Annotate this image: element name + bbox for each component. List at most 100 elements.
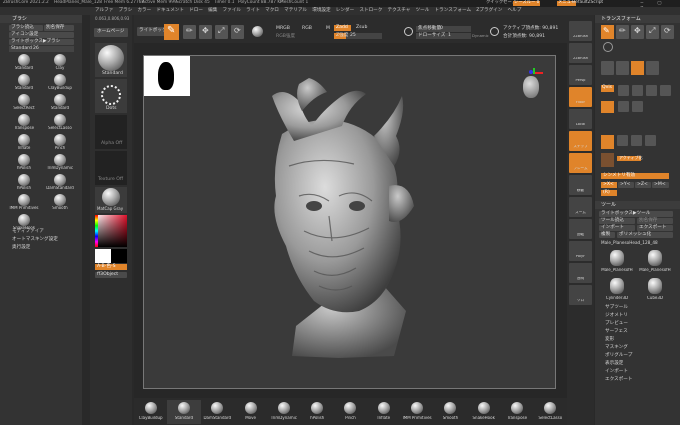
tool-section-9[interactable]: エクスポート	[605, 377, 632, 383]
shelf-brush-5[interactable]: hPolish	[301, 400, 334, 424]
tool-section-5[interactable]: マスキング	[605, 345, 628, 351]
right-tool-4[interactable]: Local	[569, 109, 592, 129]
mrgb-toggle[interactable]: MRGB	[276, 26, 290, 32]
right-tool-5[interactable]: スナップ	[569, 131, 592, 151]
brush-7[interactable]: SelectLasso	[43, 113, 77, 132]
shelf-brush-12[interactable]: SelectLasso	[534, 400, 567, 424]
rotate-transform-button[interactable]: ⟳	[661, 25, 674, 39]
brush-9[interactable]: Pinch	[43, 133, 77, 152]
right-tool-7[interactable]: 移動	[569, 175, 592, 195]
symmetry-z[interactable]: >Z<	[635, 182, 651, 188]
home-page-button[interactable]: ホームページ	[94, 28, 128, 37]
move-transform-button[interactable]: ✥	[631, 25, 644, 39]
radial-toggle[interactable]: (R)	[601, 190, 617, 196]
see-through[interactable]: シースルー 0	[513, 0, 541, 6]
brush-13[interactable]: DamStandard	[43, 173, 77, 192]
material-thumb[interactable]: MatCap Gray	[95, 187, 127, 213]
brush-10[interactable]: hPolish	[7, 153, 41, 172]
menu-item-2[interactable]: カラー	[137, 8, 151, 14]
shelf-brush-2[interactable]: DamStandard	[201, 400, 234, 424]
brush-3[interactable]: ClayBuildup	[43, 73, 77, 92]
brush-mode-button[interactable]	[601, 135, 614, 149]
symmetry-m[interactable]: >M<	[652, 182, 669, 188]
edit-button[interactable]: ✎	[164, 24, 179, 40]
tool-thumb-2[interactable]: Cylinder3D	[599, 277, 635, 304]
brush-2[interactable]: Standard	[7, 73, 41, 92]
clone-tool-button[interactable]: 複製	[599, 232, 615, 238]
focal-shift-slider[interactable]: 焦点移動量 0	[416, 26, 471, 32]
move-mode-button[interactable]	[601, 101, 614, 113]
menu-item-8[interactable]: マクロ	[265, 8, 279, 14]
tool-section-2[interactable]: プレビュー	[605, 321, 628, 327]
local-button[interactable]	[616, 61, 629, 75]
secondary-color-swatch[interactable]	[111, 249, 127, 263]
focal-shift-icon[interactable]	[404, 27, 413, 36]
shelf-brush-4[interactable]: TrimDynamic	[267, 400, 300, 424]
primary-color-swatch[interactable]	[95, 249, 111, 263]
brush-size-slider[interactable]: Standard 26	[9, 46, 74, 52]
brush-8[interactable]: Inflate	[7, 133, 41, 152]
menu-item-17[interactable]: ヘルプ	[508, 8, 522, 14]
ghost-button[interactable]	[646, 85, 657, 96]
right-tool-0[interactable]: 2Zbrush	[569, 21, 592, 41]
frame-button[interactable]	[601, 61, 614, 75]
brush-12[interactable]: hPolish	[7, 173, 41, 192]
right-tool-2[interactable]: Persp	[569, 65, 592, 85]
menu-item-4[interactable]: ドロー	[189, 8, 203, 14]
lightbox-brush-button[interactable]: ライトボックス▶ブラシ	[9, 39, 74, 45]
dynamic-size-icon[interactable]	[490, 27, 499, 36]
right-tool-6[interactable]: フレーム	[569, 153, 592, 173]
solo-button[interactable]	[660, 85, 671, 96]
symmetry-x[interactable]: >X<	[601, 182, 617, 188]
tool-section-1[interactable]: ジオメトリ	[605, 313, 628, 319]
alpha-thumb[interactable]: Alpha Off	[95, 115, 127, 149]
tool-section-0[interactable]: サブツール	[605, 305, 628, 311]
scale-transform-button[interactable]: ⤢	[646, 25, 659, 39]
edit-transform-button[interactable]: ✎	[601, 25, 614, 39]
orientation-gizmo[interactable]	[519, 68, 547, 102]
tool-section-6[interactable]: ポリグループ	[605, 353, 632, 359]
canvas[interactable]	[143, 55, 556, 389]
polyframe-button[interactable]	[618, 85, 629, 96]
tool-section-3[interactable]: サーフェス	[605, 329, 628, 335]
material-toggle-icon[interactable]	[252, 26, 263, 37]
spotlight-button[interactable]	[632, 101, 643, 112]
shelf-brush-6[interactable]: Pinch	[334, 400, 367, 424]
shelf-brush-0[interactable]: ClayBuildup	[134, 400, 167, 424]
rotate-button[interactable]: ⟳	[231, 25, 244, 39]
right-tool-9[interactable]: 回転	[569, 219, 592, 239]
shelf-brush-10[interactable]: SnakeHook	[467, 400, 500, 424]
brush-6[interactable]: Transpose	[7, 113, 41, 132]
menu-item-13[interactable]: テクスチャ	[388, 8, 411, 14]
brush-14[interactable]: IMM Primitives	[7, 193, 41, 212]
color-picker[interactable]	[95, 215, 127, 247]
backdrop-button[interactable]: ff3Object	[95, 272, 127, 278]
gizmo-circle-icon[interactable]	[603, 42, 613, 52]
zsub-toggle[interactable]: Zsub	[356, 25, 367, 31]
default-zscript[interactable]: DefaultZScript	[572, 0, 603, 5]
menu-item-16[interactable]: Zプラグイン	[476, 8, 502, 14]
right-tool-1[interactable]: 2Zbrush	[569, 43, 592, 63]
menu-item-5[interactable]: 編集	[208, 8, 217, 14]
xpose-button[interactable]	[618, 101, 629, 112]
menu-item-3[interactable]: ドキュメント	[156, 8, 184, 14]
draw-size-slider[interactable]: ドローサイズ 1	[416, 33, 471, 39]
right-tool-8[interactable]: ズーム	[569, 197, 592, 217]
menu-item-6[interactable]: ファイル	[223, 8, 241, 14]
color-switch-button[interactable]: A-B-色-S	[95, 264, 127, 270]
current-tool-name[interactable]: Male_PlanesoHead_128_48	[599, 240, 677, 246]
floor-button[interactable]	[646, 61, 659, 75]
quicksave-button[interactable]: クイックセーブ	[486, 0, 516, 5]
right-tool-10[interactable]: PolyF	[569, 241, 592, 261]
load-brush-button[interactable]: ブラシ読込	[9, 25, 43, 31]
tool-section-8[interactable]: インポート	[605, 369, 628, 375]
shelf-brush-8[interactable]: IMM Primitives	[400, 400, 433, 424]
dynamic-toggle[interactable]: Dynamic	[472, 34, 489, 38]
m-toggle[interactable]: M	[326, 26, 330, 32]
persp-button[interactable]	[631, 61, 644, 75]
menu-item-1[interactable]: ブラシ	[119, 8, 133, 14]
import-tool-button[interactable]: インポート	[599, 225, 635, 231]
symmetry-y[interactable]: >Y<	[618, 182, 634, 188]
right-tool-11[interactable]: 透明	[569, 263, 592, 283]
window-controls[interactable]: − ▢ ✕	[640, 1, 676, 11]
